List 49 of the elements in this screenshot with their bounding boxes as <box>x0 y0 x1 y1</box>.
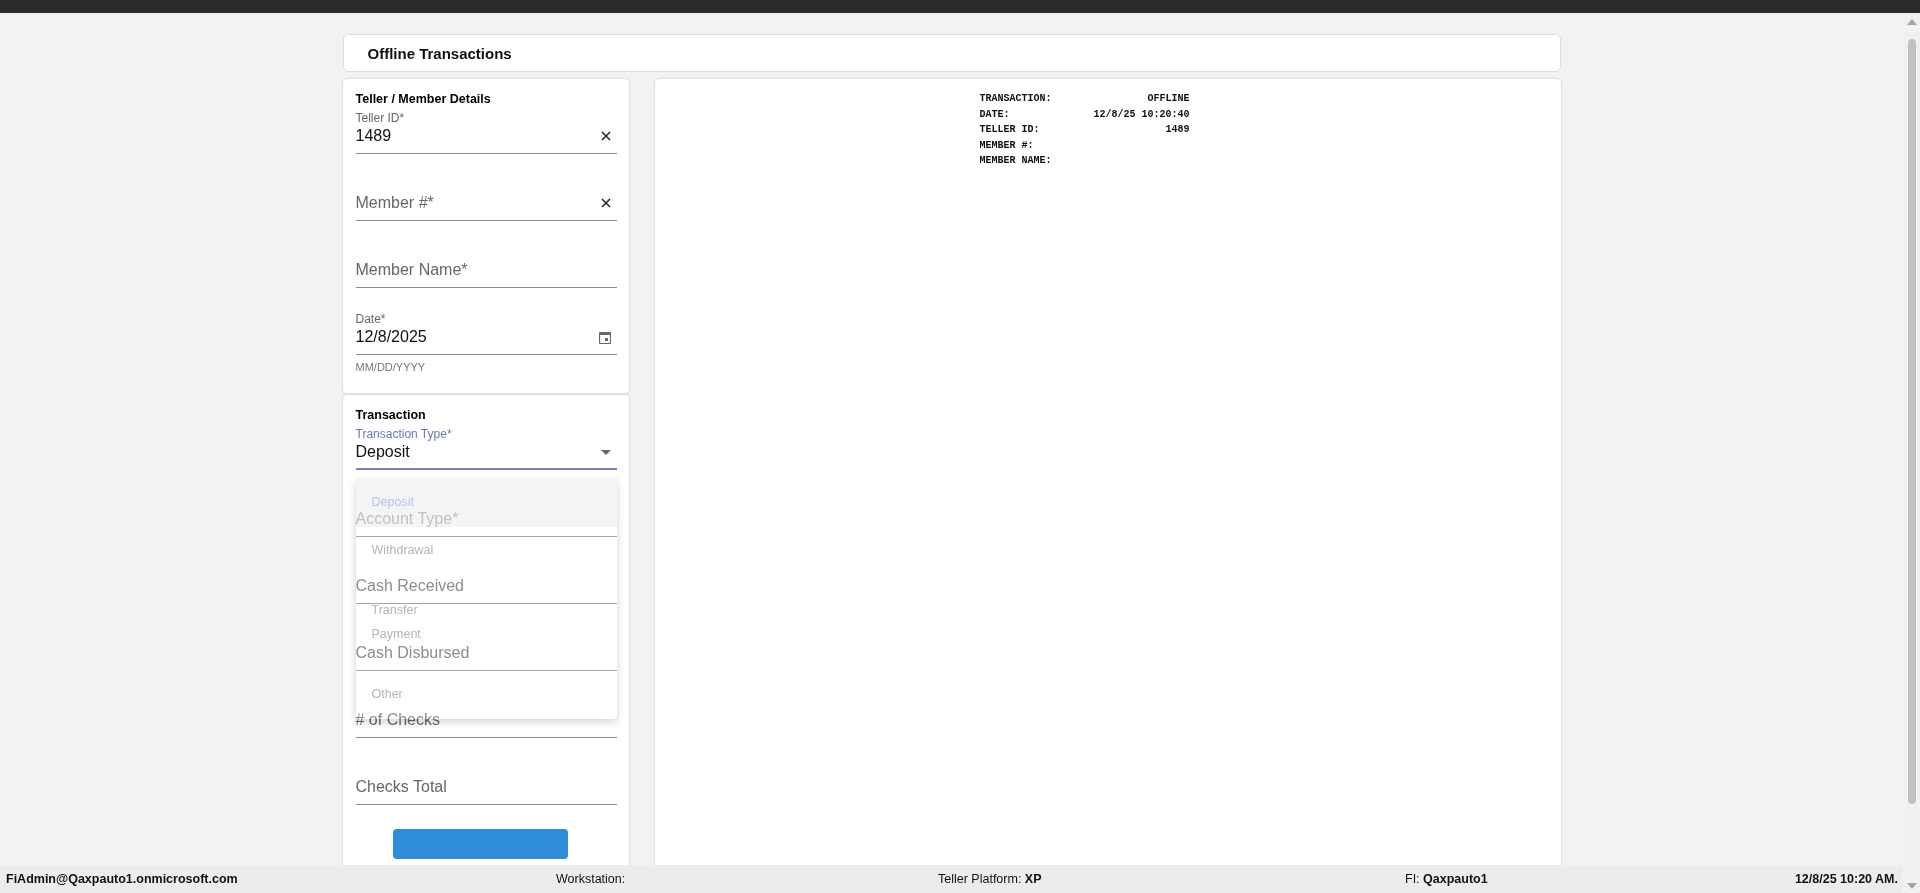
receipt-label: TELLER ID: <box>979 123 1041 137</box>
input-field[interactable]: Checks Total <box>355 776 617 805</box>
field-placeholder: Cash Received <box>355 576 465 596</box>
scroll-thumb[interactable] <box>1907 39 1916 804</box>
receipt-value: 12/8/25 10:20:40 <box>1092 107 1190 122</box>
select-field[interactable]: Deposit <box>355 441 617 470</box>
input-field[interactable]: # of Checks <box>355 709 617 738</box>
field-label: Transaction Type* <box>355 427 452 441</box>
helper-text: MM/DD/YYYY <box>355 360 427 374</box>
workstation-label: Workstation: <box>556 872 627 886</box>
receipt-label: DATE: <box>979 107 1011 122</box>
field-label: Teller ID* <box>355 111 405 125</box>
dropdown-option[interactable]: Transfer <box>371 603 418 617</box>
input-field[interactable]: Cash Disbursed <box>355 642 617 671</box>
receipt-value: OFFLINE <box>1146 92 1190 106</box>
field-placeholder: Member Name* <box>355 260 469 280</box>
field-placeholder: # of Checks <box>355 710 441 730</box>
dropdown-option[interactable]: Payment <box>371 627 421 641</box>
section-title: Transaction <box>355 407 427 424</box>
field-value: 12/8/2025 <box>355 327 428 347</box>
receipt-label: MEMBER NAME: <box>979 154 1052 168</box>
date-field[interactable]: 12/8/2025 <box>355 326 617 355</box>
platform-text: Teller Platform: XP <box>938 872 1043 886</box>
field-value: Deposit <box>355 442 411 462</box>
field-value: 1489 <box>355 126 393 146</box>
field-label: Date* <box>355 312 386 326</box>
field-placeholder: Cash Disbursed <box>355 643 471 663</box>
field-placeholder: Member #* <box>355 193 435 213</box>
page-title: Offline Transactions <box>367 44 512 62</box>
input-field[interactable]: Member #* <box>355 192 617 221</box>
dropdown-option[interactable]: Other <box>371 687 403 701</box>
input-field[interactable]: 1489 <box>355 125 617 154</box>
receipt-label: TRANSACTION: <box>979 92 1052 106</box>
user-email: FiAdmin@Qaxpauto1.onmicrosoft.com <box>6 872 239 886</box>
scroll-down-icon[interactable] <box>1906 883 1917 889</box>
close-icon[interactable] <box>600 198 611 208</box>
calendar-icon[interactable] <box>598 330 611 344</box>
fi-text: FI: Qaxpauto1 <box>1405 872 1489 886</box>
receipt-value: 1489 <box>1164 123 1190 137</box>
receipt-label: MEMBER #: <box>979 138 1035 153</box>
section-title: Teller / Member Details <box>355 91 492 108</box>
dropdown-caret-icon[interactable] <box>600 449 611 455</box>
date-time: 12/8/25 10:20 AM. <box>1794 872 1898 886</box>
close-icon[interactable] <box>600 131 611 141</box>
field-placeholder: Checks Total <box>355 777 448 797</box>
scroll-up-icon[interactable] <box>1906 19 1917 25</box>
input-field[interactable]: Cash Received <box>355 575 617 604</box>
input-field[interactable]: Member Name* <box>355 259 617 288</box>
dropdown-option[interactable]: Withdrawal <box>371 543 434 557</box>
